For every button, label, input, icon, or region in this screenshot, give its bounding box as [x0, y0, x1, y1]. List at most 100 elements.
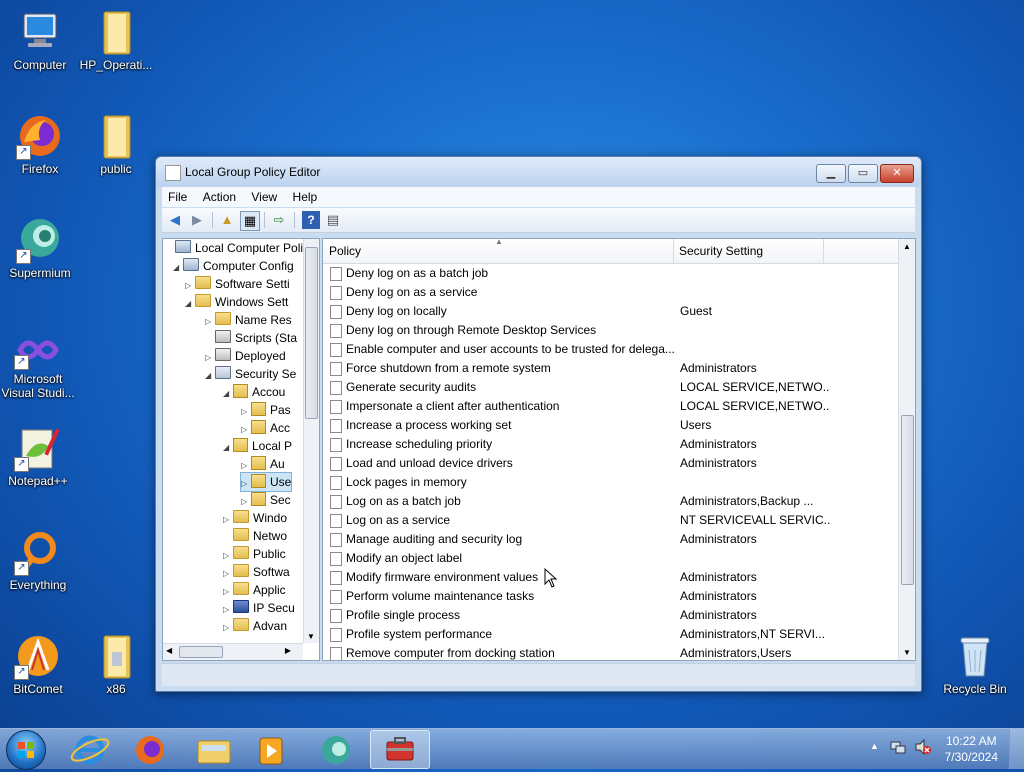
collapse-arrow-icon[interactable]: ◢	[185, 295, 195, 313]
tree-node[interactable]: ▷ Windo	[223, 509, 287, 527]
show-desktop-button[interactable]	[1009, 729, 1024, 769]
policy-row[interactable]: Impersonate a client after authenticatio…	[323, 397, 899, 416]
tree-node[interactable]: ▷ Pas	[241, 401, 291, 419]
network-icon[interactable]	[890, 739, 906, 755]
tree-node[interactable]: ▷ Sec	[241, 491, 291, 509]
tree-node[interactable]: ▷ Advan	[223, 617, 287, 635]
taskbar-firefox[interactable]	[124, 733, 176, 767]
tree-node[interactable]: ◢ Accou	[223, 383, 285, 401]
policy-row[interactable]: Generate security audits LOCAL SERVICE,NE…	[323, 378, 899, 397]
maximize-button[interactable]: ▭	[848, 164, 878, 183]
desktop-icon-bitcomet[interactable]: ↗ BitComet	[0, 632, 76, 696]
back-icon[interactable]: ◀	[166, 211, 184, 229]
menu-help[interactable]: Help	[287, 187, 324, 204]
close-button[interactable]: ✕	[880, 164, 914, 183]
expand-arrow-icon[interactable]: ▷	[223, 619, 233, 637]
policy-row[interactable]: Log on as a service NT SERVICE\ALL SERVIC…	[323, 511, 899, 530]
collapse-arrow-icon[interactable]: ◢	[223, 385, 233, 403]
policy-row[interactable]: Increase a process working set Users	[323, 416, 899, 435]
show-hidden-icons[interactable]: ▲	[870, 741, 879, 751]
tree-node[interactable]: ◢ Security Se	[205, 365, 296, 383]
list-vertical-scrollbar[interactable]: ▲ ▼	[898, 239, 915, 660]
menu-file[interactable]: File	[162, 187, 193, 204]
tree-node[interactable]: Scripts (Sta	[205, 329, 297, 347]
policy-row[interactable]: Enable computer and user accounts to be …	[323, 340, 899, 359]
menu-view[interactable]: View	[245, 187, 283, 204]
tree-node[interactable]: ◢ Local P	[223, 437, 292, 455]
policy-row[interactable]: Deny log on as a service	[323, 283, 899, 302]
title-bar[interactable]: Local Group Policy Editor ▁ ▭ ✕	[156, 157, 921, 187]
collapse-arrow-icon[interactable]: ◢	[205, 367, 215, 385]
tree-node[interactable]: ▷ Au	[241, 455, 285, 473]
show-hide-tree-icon[interactable]: ▦	[240, 211, 260, 231]
system-clock[interactable]: 10:22 AM 7/30/2024	[945, 733, 998, 765]
start-button[interactable]	[6, 730, 46, 770]
tree-horizontal-scrollbar[interactable]: ◀ ▶	[163, 643, 303, 660]
desktop-icon-public[interactable]: public	[78, 112, 154, 176]
policy-row[interactable]: Log on as a batch job Administrators,Back…	[323, 492, 899, 511]
tree-node[interactable]: ◢ Computer Config	[173, 257, 294, 275]
policy-row[interactable]: Deny log on locally Guest	[323, 302, 899, 321]
policy-list[interactable]: Policy ▲ Security Setting Deny log on as…	[322, 238, 916, 661]
scroll-down-icon[interactable]: ▼	[903, 648, 911, 657]
desktop-icon-visual-studio[interactable]: ↗ Microsoft Visual Studi...	[0, 330, 76, 400]
desktop-icon-hp-operati[interactable]: HP_Operati...	[78, 8, 154, 72]
scrollbar-thumb[interactable]	[305, 247, 318, 419]
volume-muted-icon[interactable]	[914, 738, 932, 756]
policy-row[interactable]: Modify firmware environment values Admini…	[323, 568, 899, 587]
column-divider[interactable]	[673, 239, 674, 263]
policy-row[interactable]: Remove computer from docking station Admi…	[323, 644, 899, 660]
scroll-right-icon[interactable]: ▶	[285, 646, 291, 655]
taskbar-internet-explorer[interactable]	[64, 733, 116, 767]
column-header-policy[interactable]: Policy	[329, 244, 361, 258]
desktop-icon-x86[interactable]: x86	[78, 632, 154, 696]
policy-row[interactable]: Profile single process Administrators	[323, 606, 899, 625]
desktop-icon-computer[interactable]: Computer	[2, 8, 78, 72]
navigation-tree[interactable]: Local Computer Polic ◢ Computer Config ▷ Sof…	[162, 238, 320, 661]
taskbar-media-player[interactable]	[246, 733, 298, 767]
desktop-icon-firefox[interactable]: ↗ Firefox	[2, 112, 78, 176]
tree-node[interactable]: ▷ Software Setti	[185, 275, 290, 293]
taskbar-supermium[interactable]	[310, 733, 362, 767]
column-header-security-setting[interactable]: Security Setting	[679, 244, 763, 258]
policy-row[interactable]: Deny log on as a batch job	[323, 264, 899, 283]
scroll-up-icon[interactable]: ▲	[903, 242, 911, 251]
export-list-icon[interactable]: ⇨	[270, 211, 288, 229]
scroll-down-icon[interactable]: ▼	[307, 632, 315, 641]
tree-node[interactable]: ▷ Softwa	[223, 563, 290, 581]
scrollbar-thumb[interactable]	[901, 415, 914, 585]
collapse-arrow-icon[interactable]: ◢	[173, 259, 183, 277]
collapse-arrow-icon[interactable]: ◢	[223, 439, 233, 457]
policy-row[interactable]: Profile system performance Administrators…	[323, 625, 899, 644]
menu-action[interactable]: Action	[197, 187, 242, 204]
tree-node[interactable]: ▷ Public	[223, 545, 286, 563]
policy-row[interactable]: Deny log on through Remote Desktop Servi…	[323, 321, 899, 340]
scrollbar-thumb[interactable]	[179, 646, 223, 658]
minimize-button[interactable]: ▁	[816, 164, 846, 183]
policy-row[interactable]: Perform volume maintenance tasks Administ…	[323, 587, 899, 606]
help-icon[interactable]: ?	[302, 211, 320, 229]
tree-node[interactable]: ▷ Acc	[241, 419, 290, 437]
tree-node[interactable]: ◢ Windows Sett	[185, 293, 288, 311]
forward-icon[interactable]: ▶	[188, 211, 206, 229]
policy-row[interactable]: Load and unload device drivers Administra…	[323, 454, 899, 473]
tree-node[interactable]: Local Computer Polic	[165, 239, 309, 257]
policy-row[interactable]: Modify an object label	[323, 549, 899, 568]
policy-row[interactable]: Manage auditing and security log Administ…	[323, 530, 899, 549]
tree-node[interactable]: ▷ Applic	[223, 581, 286, 599]
tree-node[interactable]: Netwo	[223, 527, 287, 545]
taskbar-group-policy-editor[interactable]	[370, 730, 430, 769]
scroll-left-icon[interactable]: ◀	[166, 646, 172, 655]
column-divider[interactable]	[823, 239, 824, 263]
tree-vertical-scrollbar[interactable]: ▼	[303, 239, 319, 643]
tree-node[interactable]: ▷ Deployed	[205, 347, 286, 365]
policy-row[interactable]: Force shutdown from a remote system Admin…	[323, 359, 899, 378]
desktop-icon-everything[interactable]: ↗ Everything	[0, 528, 76, 592]
tree-node[interactable]: ▷ Name Res	[205, 311, 292, 329]
properties-icon[interactable]: ▤	[324, 211, 342, 229]
tree-node[interactable]: ▷ IP Secu	[223, 599, 295, 617]
desktop-icon-supermium[interactable]: ↗ Supermium	[2, 216, 78, 280]
taskbar-file-explorer[interactable]	[188, 733, 240, 767]
up-folder-icon[interactable]: ▲	[218, 211, 236, 229]
group-policy-editor-window[interactable]: Local Group Policy Editor ▁ ▭ ✕ File Act…	[155, 156, 922, 692]
